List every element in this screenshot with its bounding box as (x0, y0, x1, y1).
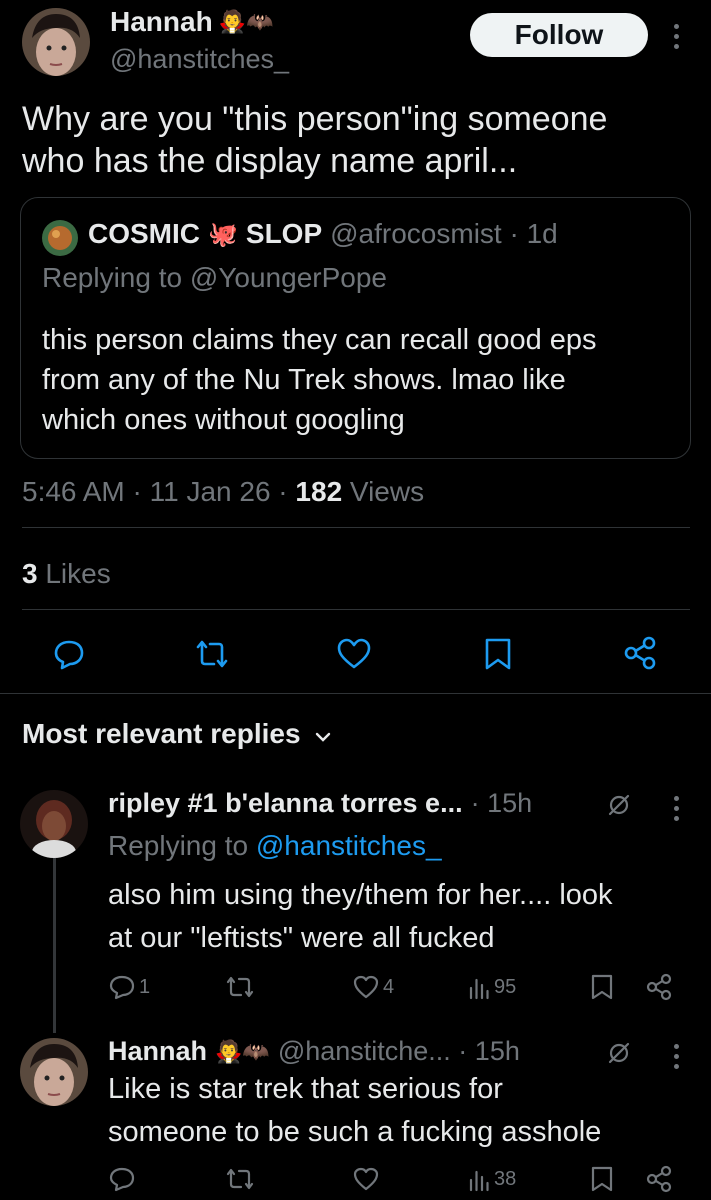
retweet-icon[interactable] (224, 1166, 256, 1197)
replies-sort-label: Most relevant replies (22, 718, 301, 749)
avatar[interactable] (20, 790, 88, 858)
view-count: 95 (494, 975, 517, 998)
views-icon[interactable]: 38 (468, 1166, 516, 1192)
quote-handle-time: @afrocosmist · 1d (330, 218, 558, 249)
reply-icon[interactable] (52, 637, 86, 676)
replying-to-handle: @YoungerPope (189, 262, 387, 293)
share-icon[interactable] (645, 1165, 673, 1198)
reply-text-line: at our "leftists" were all fucked (108, 922, 495, 954)
more-options-icon[interactable] (671, 24, 681, 49)
retweet-icon[interactable] (224, 974, 256, 1005)
like-icon[interactable] (352, 1166, 380, 1197)
reply-text-line: also him using they/them for her.... loo… (108, 879, 613, 911)
follow-button[interactable]: Follow (470, 13, 648, 57)
reply-time: · 15h (470, 788, 533, 818)
reply-author-name[interactable]: Hannah (108, 1036, 207, 1067)
like-count: 4 (383, 975, 395, 998)
tweet-text-line: Why are you "this person"ing someone (22, 100, 608, 138)
replies-sort-dropdown[interactable]: Most relevant replies (22, 718, 331, 750)
bookmark-icon[interactable] (483, 637, 513, 676)
likes-count: 3 (22, 558, 38, 589)
quote-author-name: COSMIC (88, 218, 200, 249)
like-icon[interactable] (336, 637, 372, 676)
author-handle[interactable]: @hanstitches_ (110, 44, 289, 75)
reply-icon[interactable]: 1 (108, 974, 150, 1000)
tweet-text-line: who has the display name april... (22, 142, 518, 180)
views-label: Views (342, 476, 425, 507)
divider (0, 693, 711, 694)
quote-author-name: SLOP (245, 218, 323, 249)
more-options-icon[interactable] (671, 796, 681, 821)
views-icon[interactable]: 95 (468, 974, 516, 1000)
avatar[interactable] (22, 8, 90, 76)
tweet-timestamp[interactable]: 5:46 AM · 11 Jan 26 · (22, 476, 295, 507)
author-display-name[interactable]: Hannah (110, 6, 213, 38)
reply-handle-time: @hanstitche... · 15h (277, 1036, 520, 1066)
reply-icon[interactable] (108, 1166, 136, 1197)
more-options-icon[interactable] (671, 1044, 681, 1069)
grok-icon[interactable] (606, 792, 632, 823)
replying-to-prefix: Replying to (42, 262, 183, 293)
divider (22, 609, 690, 610)
like-icon[interactable]: 4 (352, 974, 394, 1000)
name-emojis: 🧛🦇 (215, 1038, 270, 1064)
reply-text-line: someone to be such a fucking asshole (108, 1116, 602, 1148)
likes-summary[interactable]: 3 Likes (22, 558, 111, 590)
thread-connector-line (53, 858, 56, 1033)
share-icon[interactable] (645, 973, 673, 1006)
bookmark-icon[interactable] (590, 974, 614, 1005)
divider (22, 527, 690, 528)
reply-count: 1 (139, 975, 151, 998)
quote-text-line: this person claims they can recall good … (42, 324, 597, 356)
avatar[interactable] (20, 1038, 88, 1106)
quote-text-line: from any of the Nu Trek shows. lmao like (42, 364, 566, 396)
likes-label: Likes (37, 558, 111, 589)
chevron-down-icon (315, 718, 331, 750)
views-count: 182 (295, 476, 343, 507)
retweet-icon[interactable] (192, 637, 232, 676)
quote-text-line: which ones without googling (42, 404, 405, 436)
quote-avatar (42, 220, 78, 256)
replying-to-handle[interactable]: @hanstitches_ (256, 830, 442, 861)
reply-author-name[interactable]: ripley #1 b'elanna torres e... (108, 788, 463, 819)
share-icon[interactable] (622, 635, 658, 676)
bookmark-icon[interactable] (590, 1166, 614, 1197)
reply-text-line: Like is star trek that serious for (108, 1073, 503, 1105)
view-count: 38 (494, 1167, 517, 1190)
grok-icon[interactable] (606, 1040, 632, 1071)
replying-to-prefix: Replying to (108, 830, 256, 861)
name-emojis: 🧛🦇 (218, 9, 274, 34)
quote-name-emoji: 🐙 (208, 220, 238, 248)
